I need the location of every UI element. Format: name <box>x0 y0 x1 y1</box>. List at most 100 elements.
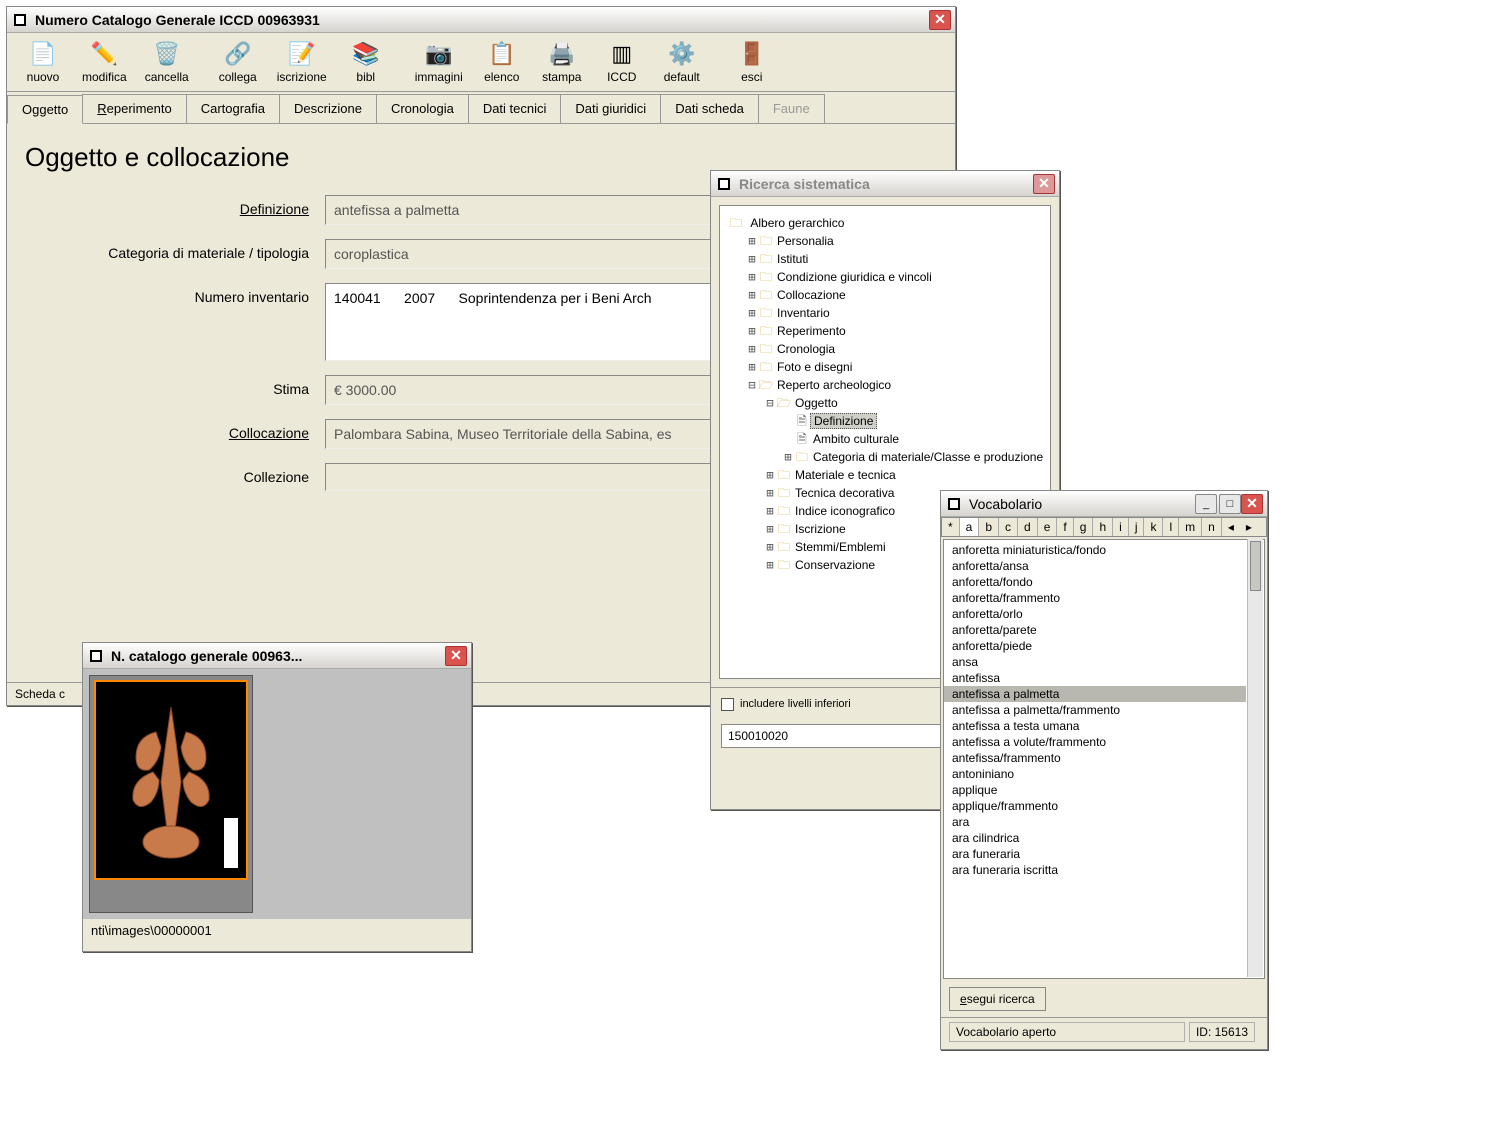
tree-item[interactable]: Condizione giuridica e vincoli <box>774 270 935 284</box>
vocab-item[interactable]: ara funeraria <box>944 846 1246 862</box>
close-icon[interactable]: ✕ <box>445 646 467 666</box>
tree-item[interactable]: Categoria di materiale/Classe e produzio… <box>810 450 1046 464</box>
vocab-item[interactable]: antefissa a palmetta <box>944 686 1246 702</box>
tree-toggle-icon[interactable]: ⊞ <box>764 520 776 538</box>
tool-immagini[interactable]: 📷immagini <box>406 37 472 87</box>
tree-toggle-icon[interactable]: ⊞ <box>764 538 776 556</box>
alpha-prev-icon[interactable]: ◂ <box>1222 518 1240 536</box>
vocab-item[interactable]: antoniniano <box>944 766 1246 782</box>
vocab-item[interactable]: anforetta/orlo <box>944 606 1246 622</box>
vocab-item[interactable]: ara funeraria iscritta <box>944 862 1246 878</box>
alpha-tab-k[interactable]: k <box>1144 518 1163 536</box>
close-icon[interactable]: ✕ <box>1033 174 1055 194</box>
maximize-icon[interactable]: □ <box>1219 494 1241 514</box>
tree-item[interactable]: Iscrizione <box>792 522 849 536</box>
vocab-item[interactable]: ara cilindrica <box>944 830 1246 846</box>
tool-ICCD[interactable]: ▥ICCD <box>592 37 652 87</box>
alpha-tab-j[interactable]: j <box>1129 518 1145 536</box>
vocab-item[interactable]: antefissa a palmetta/frammento <box>944 702 1246 718</box>
esegui-button[interactable]: esegui ricerca <box>949 987 1046 1011</box>
tree-toggle-icon[interactable]: ⊞ <box>746 304 758 322</box>
tree-item[interactable]: Foto e disegni <box>774 360 855 374</box>
vocab-item[interactable]: antefissa <box>944 670 1246 686</box>
tab-dati-tecnici[interactable]: Dati tecnici <box>468 94 562 123</box>
tool-iscrizione[interactable]: 📝iscrizione <box>268 37 336 87</box>
tree-toggle-icon[interactable]: ⊞ <box>746 358 758 376</box>
tree-toggle-icon[interactable]: ⊞ <box>764 502 776 520</box>
tab-oggetto[interactable]: Oggetto <box>7 95 83 124</box>
includere-checkbox[interactable] <box>721 698 734 711</box>
minimize-icon[interactable]: _ <box>1195 494 1217 514</box>
tree-item[interactable]: Cronologia <box>774 342 838 356</box>
alpha-tab-n[interactable]: n <box>1202 518 1222 536</box>
tree-item[interactable]: Reperto archeologico <box>774 378 894 392</box>
tree-toggle-icon[interactable]: ⊟ <box>746 376 758 394</box>
alpha-tab-g[interactable]: g <box>1074 518 1094 536</box>
vocab-item[interactable]: anforetta/ansa <box>944 558 1246 574</box>
alpha-tab-b[interactable]: b <box>979 518 999 536</box>
tree-item[interactable]: Istituti <box>774 252 811 266</box>
vocab-item[interactable]: anforetta/frammento <box>944 590 1246 606</box>
field-stima[interactable]: € 3000.00 <box>325 375 725 405</box>
alpha-tab-d[interactable]: d <box>1018 518 1038 536</box>
tool-default[interactable]: ⚙️default <box>652 37 712 87</box>
vocab-item[interactable]: anforetta/parete <box>944 622 1246 638</box>
tree-toggle-icon[interactable]: ⊞ <box>764 484 776 502</box>
tree-item[interactable]: Collocazione <box>774 288 849 302</box>
alpha-tab-i[interactable]: i <box>1113 518 1129 536</box>
tool-esci[interactable]: 🚪esci <box>722 37 782 87</box>
tool-nuovo[interactable]: 📄nuovo <box>13 37 73 87</box>
tree-toggle-icon[interactable]: ⊞ <box>746 286 758 304</box>
vocab-item[interactable]: ara <box>944 814 1246 830</box>
tree-item[interactable]: Definizione <box>810 413 877 429</box>
tree-toggle-icon[interactable]: ⊟ <box>764 394 776 412</box>
tree-toggle-icon[interactable]: ⊞ <box>746 322 758 340</box>
vocab-item[interactable]: anforetta/piede <box>944 638 1246 654</box>
vocab-item[interactable]: antefissa a testa umana <box>944 718 1246 734</box>
close-icon[interactable]: ✕ <box>1241 494 1263 514</box>
alpha-tab-m[interactable]: m <box>1179 518 1202 536</box>
scrollbar[interactable] <box>1247 539 1263 977</box>
alpha-tab-c[interactable]: c <box>999 518 1018 536</box>
tree-item[interactable]: Inventario <box>774 306 833 320</box>
tool-bibl[interactable]: 📚bibl <box>336 37 396 87</box>
tree-item[interactable]: Personalia <box>774 234 837 248</box>
tab-cronologia[interactable]: Cronologia <box>376 94 469 123</box>
tool-cancella[interactable]: 🗑️cancella <box>136 37 198 87</box>
tree-toggle-icon[interactable]: ⊞ <box>746 250 758 268</box>
vocab-list[interactable]: anforetta miniaturistica/fondoanforetta/… <box>943 539 1265 979</box>
field-collezione[interactable] <box>325 463 725 491</box>
scrollbar-thumb[interactable] <box>1250 541 1261 591</box>
vocab-item[interactable]: applique <box>944 782 1246 798</box>
tree-item[interactable]: Oggetto <box>792 396 841 410</box>
tree-toggle-icon[interactable]: ⊞ <box>764 466 776 484</box>
vocab-item[interactable]: applique/frammento <box>944 798 1246 814</box>
alpha-tab-h[interactable]: h <box>1093 518 1113 536</box>
alpha-next-icon[interactable]: ▸ <box>1240 518 1258 536</box>
vocab-item[interactable]: anforetta/fondo <box>944 574 1246 590</box>
alpha-tab-a[interactable]: a <box>960 518 980 536</box>
tab-dati-giuridici[interactable]: Dati giuridici <box>560 94 661 123</box>
field-categoria[interactable]: coroplastica <box>325 239 725 269</box>
alpha-tab-*[interactable]: * <box>942 518 960 536</box>
tool-stampa[interactable]: 🖨️stampa <box>532 37 592 87</box>
vocab-item[interactable]: antefissa/frammento <box>944 750 1246 766</box>
vocab-item[interactable]: anforetta miniaturistica/fondo <box>944 542 1246 558</box>
alpha-tab-f[interactable]: f <box>1057 518 1073 536</box>
tree-root-label[interactable]: Albero gerarchico <box>747 216 847 230</box>
tree-toggle-icon[interactable]: ⊞ <box>746 232 758 250</box>
tree-item[interactable]: Ambito culturale <box>810 432 902 446</box>
tree-toggle-icon[interactable]: ⊞ <box>746 268 758 286</box>
vocab-item[interactable]: antefissa a volute/frammento <box>944 734 1246 750</box>
tab-descrizione[interactable]: Descrizione <box>279 94 377 123</box>
close-icon[interactable]: ✕ <box>929 10 951 30</box>
tool-modifica[interactable]: ✏️modifica <box>73 37 136 87</box>
tree-item[interactable]: Reperimento <box>774 324 849 338</box>
tool-elenco[interactable]: 📋elenco <box>472 37 532 87</box>
field-definizione[interactable]: antefissa a palmetta <box>325 195 725 225</box>
tree-item[interactable]: Tecnica decorativa <box>792 486 897 500</box>
tree-item[interactable]: Conservazione <box>792 558 878 572</box>
tab-dati-scheda[interactable]: Dati scheda <box>660 94 759 123</box>
field-collocazione[interactable]: Palombara Sabina, Museo Territoriale del… <box>325 419 725 449</box>
tab-cartografia[interactable]: Cartografia <box>186 94 280 123</box>
